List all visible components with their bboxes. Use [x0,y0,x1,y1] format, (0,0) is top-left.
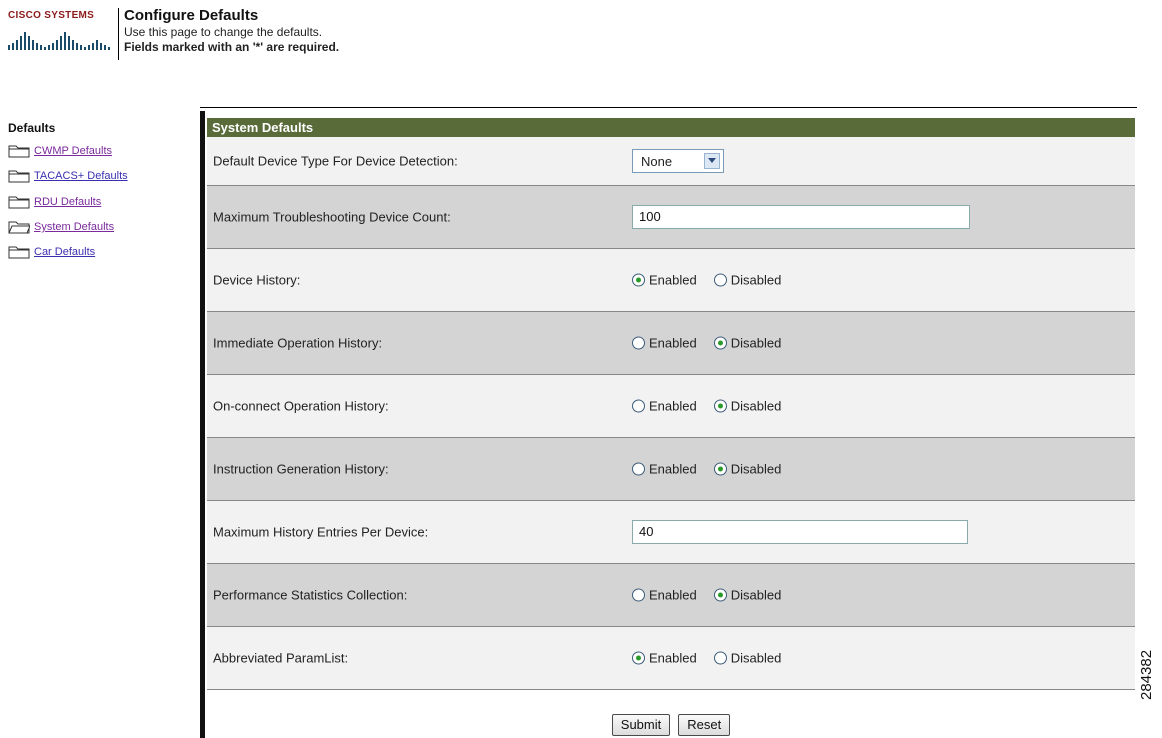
row-max-troubleshooting: Maximum Troubleshooting Device Count: 10… [207,186,1135,249]
cisco-logo: Cisco Systems [8,10,114,50]
radio-checked-icon[interactable] [713,588,727,602]
sidebar-item-label[interactable]: CWMP Defaults [34,145,112,157]
field-label: Maximum History Entries Per Device: [213,524,429,540]
page-subtitle: Use this page to change the defaults. [124,25,323,39]
field-label: Maximum Troubleshooting Device Count: [213,209,451,225]
abbreviated-paramlist-disabled-radio[interactable]: Disabled [713,650,782,666]
figure-id: 284382 [1138,649,1155,700]
radio-checked-icon[interactable] [713,336,727,350]
sidebar-item-car-defaults[interactable]: Car Defaults [8,244,95,260]
radio-label: Enabled [649,272,697,288]
row-perf-stats: Performance Statistics Collection: Enabl… [207,564,1135,627]
row-device-type: Default Device Type For Device Detection… [207,137,1135,186]
onconnect-op-history-disabled-radio[interactable]: Disabled [713,398,782,414]
row-immediate-op-history: Immediate Operation History: Enabled Dis… [207,312,1135,375]
header-rule [200,107,1137,108]
perf-stats-disabled-radio[interactable]: Disabled [713,587,782,603]
field-label: On-connect Operation History: [213,398,389,414]
radio-label: Disabled [730,461,782,477]
system-defaults-panel: System Defaults Default Device Type For … [207,118,1135,690]
field-label: Instruction Generation History: [213,461,389,477]
perf-stats-enabled-radio[interactable]: Enabled [632,588,697,603]
radio-unchecked-icon[interactable] [713,273,727,287]
sidebar-item-label[interactable]: RDU Defaults [34,196,101,208]
radio-label: Disabled [730,335,782,351]
field-label: Device History: [213,272,301,288]
sidebar-item-label[interactable]: Car Defaults [34,246,95,258]
row-onconnect-op-history: On-connect Operation History: Enabled Di… [207,375,1135,438]
folder-icon [8,246,30,259]
sidebar-item-system-defaults[interactable]: System Defaults [8,219,114,235]
abbreviated-paramlist-enabled-radio[interactable]: Enabled [632,651,697,666]
sidebar-heading: Defaults [8,121,56,135]
instruction-gen-history-disabled-radio[interactable]: Disabled [713,461,782,477]
radio-label: Disabled [730,398,782,414]
radio-label: Disabled [730,272,782,288]
immediate-op-history-enabled-radio[interactable]: Enabled [632,336,697,351]
header-divider [118,8,119,60]
onconnect-op-history-enabled-radio[interactable]: Enabled [632,399,697,414]
radio-unchecked-icon[interactable] [632,336,645,350]
row-device-history: Device History: Enabled Disabled [207,249,1135,312]
cisco-bars-icon [8,32,110,50]
radio-unchecked-icon[interactable] [632,588,645,602]
field-label: Default Device Type For Device Detection… [213,153,458,169]
field-label: Immediate Operation History: [213,335,383,351]
radio-checked-icon[interactable] [713,399,727,413]
row-instruction-gen-history: Instruction Generation History: Enabled … [207,438,1135,501]
radio-label: Enabled [649,587,697,603]
radio-label: Disabled [730,650,782,666]
radio-label: Disabled [730,587,782,603]
content-divider-bar [200,111,205,738]
row-max-history-entries: Maximum History Entries Per Device: 40 [207,501,1135,564]
sidebar-item-label[interactable]: System Defaults [34,221,114,233]
chevron-down-icon[interactable] [704,153,720,169]
max-troubleshooting-input[interactable]: 100 [632,205,970,229]
sidebar-item-cwmp-defaults[interactable]: CWMP Defaults [8,143,112,159]
form-actions: Submit Reset [207,711,1135,738]
radio-checked-icon[interactable] [713,462,727,476]
submit-button[interactable]: Submit [611,713,671,736]
open-folder-icon [8,221,30,234]
folder-icon [8,170,30,183]
device-history-disabled-radio[interactable]: Disabled [713,272,782,288]
max-history-entries-input[interactable]: 40 [632,520,968,544]
instruction-gen-history-enabled-radio[interactable]: Enabled [632,462,697,477]
folder-icon [8,145,30,158]
reset-button[interactable]: Reset [678,713,731,736]
field-label: Performance Statistics Collection: [213,587,408,603]
select-value: None [641,153,673,169]
radio-label: Enabled [649,335,697,351]
sidebar-item-tacacs-defaults[interactable]: TACACS+ Defaults [8,168,128,184]
row-abbreviated-paramlist: Abbreviated ParamList: Enabled Disabled [207,627,1135,690]
device-history-enabled-radio[interactable]: Enabled [632,273,697,288]
radio-label: Enabled [649,398,697,414]
radio-unchecked-icon[interactable] [632,462,645,476]
radio-unchecked-icon[interactable] [713,651,727,665]
panel-heading: System Defaults [207,118,1135,137]
page-title: Configure Defaults [124,7,259,24]
radio-checked-icon[interactable] [632,273,645,287]
sidebar-item-rdu-defaults[interactable]: RDU Defaults [8,194,101,210]
radio-unchecked-icon[interactable] [632,399,645,413]
immediate-op-history-disabled-radio[interactable]: Disabled [713,335,782,351]
radio-checked-icon[interactable] [632,651,645,665]
field-label: Abbreviated ParamList: [213,650,349,666]
radio-label: Enabled [649,461,697,477]
brand-name: Cisco Systems [8,10,95,21]
required-note: Fields marked with an '*' are required. [124,40,340,54]
sidebar-item-label[interactable]: TACACS+ Defaults [34,170,128,182]
radio-label: Enabled [649,650,697,666]
folder-icon [8,196,30,209]
device-type-select[interactable]: None [632,149,724,173]
